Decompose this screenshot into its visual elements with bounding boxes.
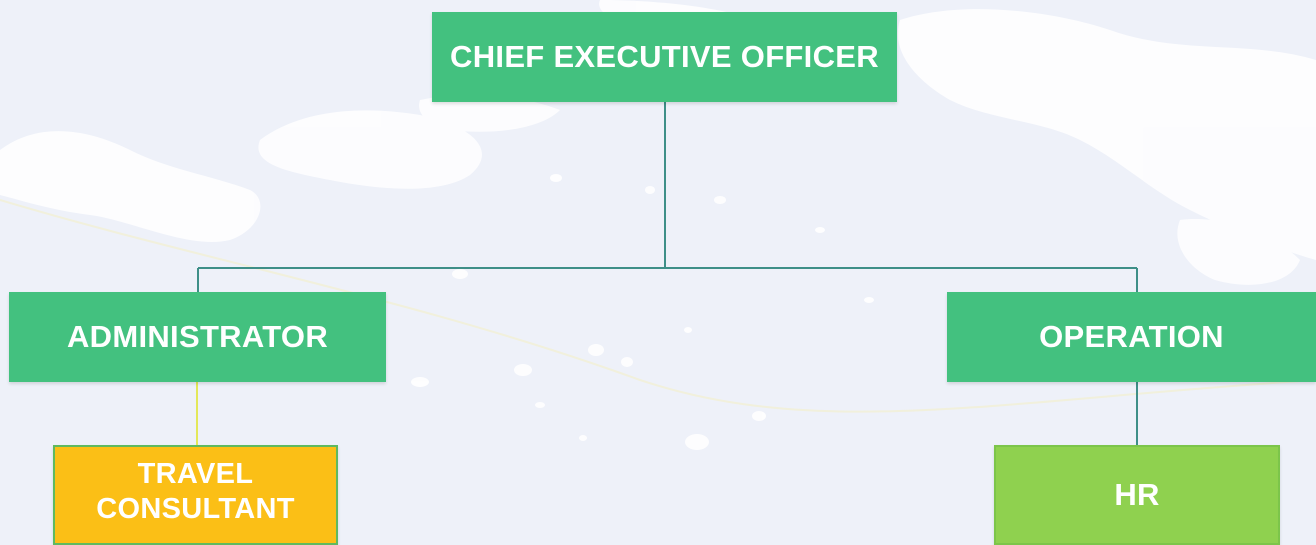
node-operation: OPERATION [947, 292, 1316, 382]
node-administrator-label: ADMINISTRATOR [66, 319, 329, 355]
node-hr-label: HR [1114, 477, 1160, 513]
node-ceo-label: CHIEF EXECUTIVE OFFICER [450, 39, 879, 75]
node-chief-executive-officer: CHIEF EXECUTIVE OFFICER [432, 12, 897, 102]
node-travel-consultant: TRAVEL CONSULTANT [53, 445, 338, 545]
node-operation-label: OPERATION [1039, 319, 1224, 355]
node-administrator: ADMINISTRATOR [9, 292, 386, 382]
node-travel-consultant-label: TRAVEL CONSULTANT [96, 458, 295, 525]
node-hr: HR [994, 445, 1280, 545]
